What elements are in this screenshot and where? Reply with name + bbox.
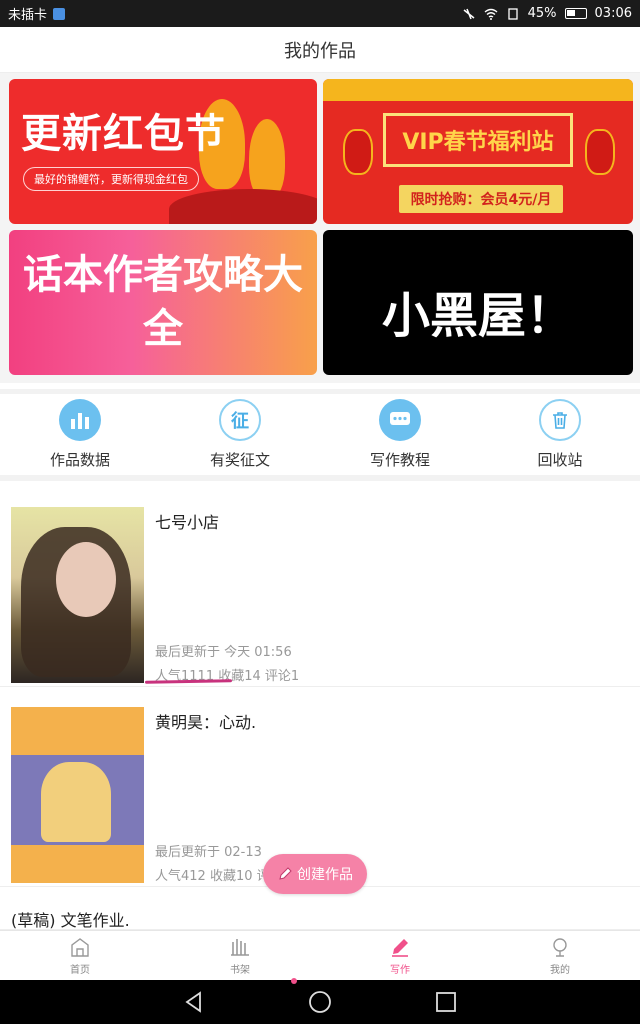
lantern-icon <box>343 129 373 175</box>
touch-indicator <box>291 978 297 984</box>
page-title: 我的作品 <box>284 40 356 62</box>
work-updated: 最后更新于 今天 01:56 <box>155 645 292 660</box>
banner-author-guide[interactable]: 话本作者攻略大全 <box>9 230 317 375</box>
work-stats: 人气412 收藏10 评 <box>155 869 270 884</box>
contest-icon: 征 <box>219 399 261 441</box>
work-cover-image <box>11 707 144 883</box>
list-item[interactable]: 七号小店 最后更新于 今天 01:56 人气1111 收藏14 评论1 <box>0 487 640 687</box>
back-icon[interactable] <box>181 989 207 1015</box>
pencil-icon <box>279 867 292 880</box>
profile-icon <box>553 937 567 957</box>
home-icon <box>71 937 89 957</box>
page-header: 我的作品 <box>0 27 640 73</box>
bookshelf-icon <box>231 938 249 956</box>
wave-decoration <box>169 189 317 224</box>
banner-title: 更新红包节 <box>21 110 226 157</box>
banner-subtitle: 限时抢购：会员4元/月 <box>399 185 563 213</box>
banner-dark-room[interactable]: 小黑屋！ <box>323 230 633 375</box>
action-recycle-bin[interactable]: 回收站 <box>480 394 640 475</box>
bar-chart-icon <box>59 399 101 441</box>
banner-title: VIP春节福利站 <box>383 113 573 167</box>
home-button-icon[interactable] <box>307 989 333 1015</box>
banner-red-envelope[interactable]: 更新红包节 最好的锦鲤符，更新得现金红包 <box>9 79 317 224</box>
tab-label: 写作 <box>390 964 410 976</box>
system-nav-bar <box>0 980 640 1024</box>
tab-home[interactable]: 首页 <box>0 931 160 980</box>
banner-title: 小黑屋！ <box>381 288 574 344</box>
create-work-button[interactable]: 创建作品 <box>263 854 367 894</box>
quick-actions: 作品数据 征 有奖征文 写作教程 回收站 <box>0 389 640 481</box>
action-label: 写作教程 <box>369 451 430 469</box>
action-label: 回收站 <box>537 451 583 469</box>
work-title: 七号小店 <box>155 513 220 532</box>
koi-illustration-2 <box>249 119 285 199</box>
pen-icon <box>392 938 408 957</box>
app-notification-icon <box>53 7 66 20</box>
work-updated: 最后更新于 02-13 <box>155 845 262 860</box>
work-cover-image <box>11 507 144 683</box>
battery-percent: 45% <box>527 6 557 21</box>
battery-icon <box>564 8 587 19</box>
create-work-label: 创建作品 <box>297 867 353 883</box>
action-label: 有奖征文 <box>209 451 270 469</box>
wifi-icon <box>484 8 498 20</box>
banner-title: 话本作者攻略大全 <box>23 252 303 352</box>
mute-icon <box>463 8 475 19</box>
action-contest[interactable]: 征 有奖征文 <box>160 394 320 475</box>
bottom-tab-bar: 首页 书架 写作 我的 <box>0 930 640 980</box>
lantern-icon <box>585 129 615 175</box>
trash-icon <box>539 399 581 441</box>
recents-icon[interactable] <box>433 989 459 1015</box>
status-bar: 未插卡 45% 03:06 <box>0 0 640 27</box>
chat-bubble-icon <box>379 399 421 441</box>
roof-decoration <box>323 79 633 101</box>
carrier-text: 未插卡 <box>8 8 48 23</box>
banner-vip-spring[interactable]: VIP春节福利站 限时抢购：会员4元/月 <box>323 79 633 224</box>
clock: 03:06 <box>594 6 632 21</box>
banner-subtitle: 最好的锦鲤符，更新得现金红包 <box>23 167 199 191</box>
tab-write[interactable]: 写作 <box>320 931 480 980</box>
action-work-data[interactable]: 作品数据 <box>0 394 160 475</box>
tab-profile[interactable]: 我的 <box>480 931 640 980</box>
action-label: 作品数据 <box>49 451 110 469</box>
sim-icon <box>507 7 518 20</box>
cover-figure <box>41 762 111 842</box>
cover-face-shape <box>56 542 116 617</box>
tab-label: 我的 <box>550 964 570 976</box>
tab-bookshelf[interactable]: 书架 <box>160 931 320 980</box>
banner-grid: 更新红包节 最好的锦鲤符，更新得现金红包 VIP春节福利站 限时抢购：会员4元/… <box>0 73 640 383</box>
work-title: (草稿) 文笔作业. <box>11 911 130 930</box>
tab-label: 首页 <box>70 964 90 976</box>
action-tutorial[interactable]: 写作教程 <box>320 394 480 475</box>
tab-label: 书架 <box>230 964 250 976</box>
work-title: 黄明昊：心动. <box>155 713 257 732</box>
